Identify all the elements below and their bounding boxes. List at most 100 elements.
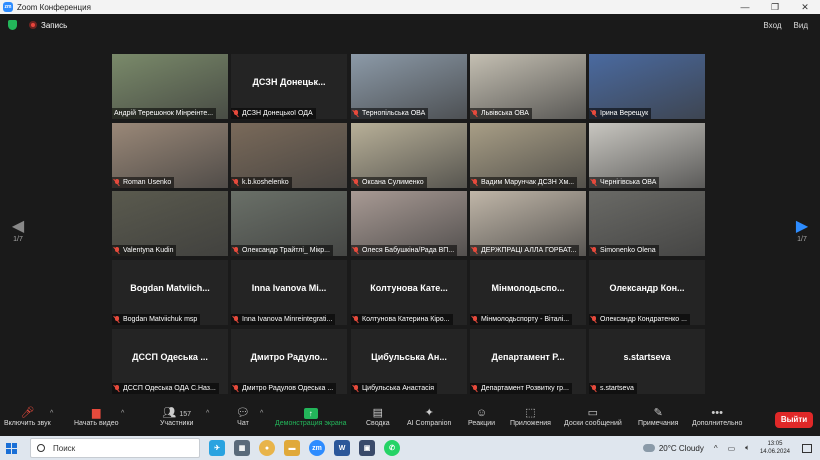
- apps-label: Приложения: [510, 420, 551, 427]
- reactions-button[interactable]: ☺ Реакции: [468, 406, 495, 427]
- share-screen-button[interactable]: ↑ Демонстрация экрана: [275, 406, 347, 427]
- participant-tile[interactable]: Roman Usenko: [112, 123, 228, 188]
- word-icon[interactable]: W: [334, 440, 350, 456]
- participant-tile[interactable]: Чернігівська ОВА: [589, 123, 705, 188]
- whatsapp-icon[interactable]: ✆: [384, 440, 400, 456]
- calculator-icon[interactable]: ▦: [234, 440, 250, 456]
- apps-button[interactable]: ⬚ Приложения: [510, 406, 551, 427]
- arrow-right-icon[interactable]: ▶: [794, 216, 810, 236]
- tray-chevron-icon[interactable]: ^: [714, 444, 718, 453]
- taskbar-search[interactable]: Поиск: [30, 438, 200, 458]
- view-button[interactable]: Вид: [794, 21, 808, 30]
- participant-tile[interactable]: ДССП Одеська ... ДССП Одеська ОДА С.Наз..…: [112, 329, 228, 394]
- participant-display-name: s.startseva: [623, 352, 671, 362]
- notifications-icon[interactable]: [802, 443, 812, 453]
- window-title: Zoom Конференция: [17, 2, 91, 12]
- chat-button[interactable]: 💬︎ Чат: [236, 406, 250, 427]
- maximize-button[interactable]: ❐: [760, 2, 790, 13]
- telegram-icon[interactable]: ✈: [209, 440, 225, 456]
- muted-mic-icon: [472, 316, 478, 323]
- participant-name-label: Вадим Марунчак ДСЗН Хм...: [470, 177, 578, 188]
- muted-mic-icon: [353, 179, 359, 186]
- pager-right[interactable]: ▶ 1/7: [794, 216, 810, 243]
- muted-mic-icon: [472, 247, 478, 254]
- leave-button[interactable]: Выйти: [775, 412, 813, 428]
- participant-tile[interactable]: Inna Ivanova Mi... Inna Ivanova Minreinte…: [231, 260, 347, 325]
- participant-display-name: Inna Ivanova Mi...: [251, 283, 327, 293]
- participant-tile[interactable]: Олеся Бабушкіна/Рада ВП...: [351, 191, 467, 256]
- participants-button[interactable]: 👥︎ 157 Участники: [160, 406, 193, 427]
- chrome-icon[interactable]: ●: [259, 440, 275, 456]
- participant-display-name: Цибульська Ан...: [371, 352, 447, 362]
- participant-tile[interactable]: ДСЗН Донецьк... ДСЗН Донецької ОДА: [231, 54, 347, 119]
- system-clock[interactable]: 13:05 14.06.2024: [760, 440, 790, 456]
- start-video-button[interactable]: ▆ Начать видео: [74, 406, 118, 427]
- participant-tile[interactable]: s.startseva s.startseva: [589, 329, 705, 394]
- exit-fullscreen-button[interactable]: Вход: [763, 21, 781, 30]
- participant-tile[interactable]: Олександр Трайтлі_ Мікр...: [231, 191, 347, 256]
- file-explorer-icon[interactable]: ▬: [284, 440, 300, 456]
- participant-tile[interactable]: Тернопільська ОВА: [351, 54, 467, 119]
- weather-label: 20°C Cloudy: [658, 443, 704, 453]
- start-button[interactable]: [0, 436, 22, 460]
- recording-label[interactable]: Запись: [41, 21, 67, 30]
- participant-tile[interactable]: Львівська ОВА: [470, 54, 586, 119]
- participants-options-caret[interactable]: ^: [206, 410, 209, 417]
- weather-widget[interactable]: 20°C Cloudy: [642, 443, 704, 453]
- participant-tile[interactable]: Ірина Верещук: [589, 54, 705, 119]
- participant-name: Цибульська Анастасія: [362, 385, 435, 392]
- participant-tile[interactable]: Колтунова Кате... Колтунова Катерина Кіро…: [351, 260, 467, 325]
- participant-tile[interactable]: Вадим Марунчак ДСЗН Хм...: [470, 123, 586, 188]
- participant-tile[interactable]: Bogdan Matviich... Bogdan Matviichuk msp: [112, 260, 228, 325]
- summary-button[interactable]: ▤ Сводка: [366, 406, 390, 427]
- notes-button[interactable]: ✎ Примечания: [638, 406, 678, 427]
- participant-name: Ірина Верещук: [600, 110, 649, 117]
- audio-options-caret[interactable]: ^: [50, 410, 53, 417]
- muted-mic-icon: [472, 110, 478, 117]
- more-button[interactable]: ••• Дополнительно: [692, 406, 742, 427]
- arrow-left-icon[interactable]: ◀: [10, 216, 26, 236]
- muted-mic-icon: [353, 110, 359, 117]
- participant-name: Андрій Терешонок Мінреінте...: [114, 110, 214, 117]
- search-icon: [37, 444, 45, 452]
- security-shield-icon[interactable]: [8, 20, 17, 30]
- participant-tile[interactable]: Мінмолодьспо... Мінмолодьспорту - Віталі.…: [470, 260, 586, 325]
- ai-companion-button[interactable]: ✦ AI Companion: [407, 406, 451, 427]
- participant-tile[interactable]: Valentyna Kudin: [112, 191, 228, 256]
- network-icon[interactable]: ▭: [728, 444, 736, 453]
- clock-time: 13:05: [767, 441, 783, 447]
- zoom-taskbar-icon[interactable]: zm: [309, 440, 325, 456]
- participant-tile[interactable]: ДЕРЖПРАЦІ АЛЛА ГОРБАТ...: [470, 191, 586, 256]
- participant-tile[interactable]: Департамент Р... Департамент Розвитку гр.…: [470, 329, 586, 394]
- participant-name-label: Valentyna Kudin: [112, 245, 177, 256]
- pager-left[interactable]: ◀ 1/7: [10, 216, 26, 243]
- close-button[interactable]: ✕: [790, 2, 820, 13]
- participant-tile[interactable]: Цибульська Ан... Цибульська Анастасія: [351, 329, 467, 394]
- start-video-label: Начать видео: [74, 420, 119, 427]
- participant-name-label: ДССП Одеська ОДА С.Наз...: [112, 383, 219, 394]
- video-options-caret[interactable]: ^: [121, 410, 124, 417]
- participant-tile[interactable]: Андрій Терешонок Мінреінте...: [112, 54, 228, 119]
- chat-options-caret[interactable]: ^: [260, 410, 263, 417]
- volume-icon[interactable]: 🔈︎: [745, 443, 750, 453]
- muted-mic-icon: [591, 179, 597, 186]
- chat-icon: 💬︎: [236, 407, 250, 419]
- muted-mic-icon: [114, 179, 120, 186]
- minimize-button[interactable]: —: [730, 2, 760, 12]
- whiteboards-button[interactable]: ▭ Доски сообщений: [564, 406, 622, 427]
- participant-tile[interactable]: k.b.koshelenko: [231, 123, 347, 188]
- participant-name-label: s.startseva: [589, 383, 637, 394]
- participant-name-label: ДСЗН Донецької ОДА: [231, 108, 316, 119]
- app-icon[interactable]: ▣: [359, 440, 375, 456]
- participant-tile[interactable]: Дмитро Радуло... Дмитро Радулов Одеська .…: [231, 329, 347, 394]
- zoom-app-icon: zm: [3, 2, 13, 12]
- muted-mic-icon: [472, 385, 478, 392]
- participant-name-label: Департамент Розвитку гр...: [470, 383, 572, 394]
- unmute-button[interactable]: 🎤︎ Включить звук: [4, 406, 51, 427]
- participant-tile[interactable]: Оксана Сулименко: [351, 123, 467, 188]
- participant-tile[interactable]: Олександр Кон... Олександр Кондратенко ..…: [589, 260, 705, 325]
- participant-name-label: Андрій Терешонок Мінреінте...: [112, 108, 217, 119]
- window-titlebar: zm Zoom Конференция — ❐ ✕: [0, 0, 820, 14]
- muted-mic-icon: [353, 247, 359, 254]
- participant-tile[interactable]: Simonenko Olena: [589, 191, 705, 256]
